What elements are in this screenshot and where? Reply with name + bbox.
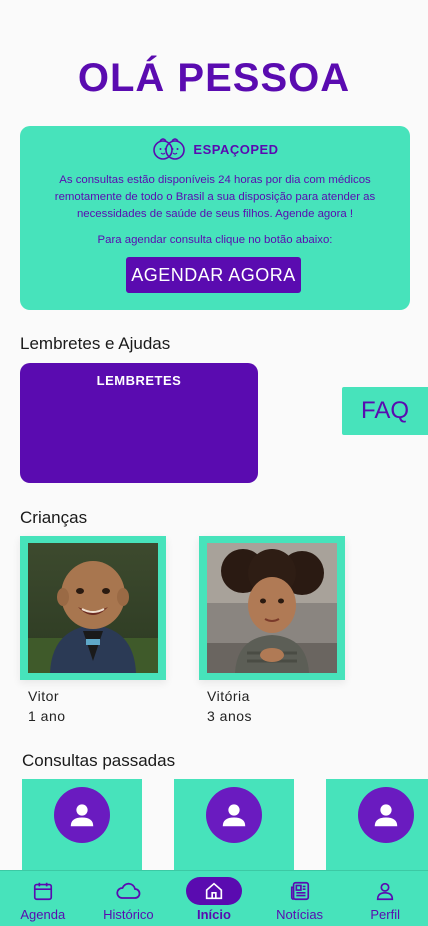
child-name: Vitória bbox=[207, 688, 250, 704]
calendar-icon bbox=[15, 877, 71, 905]
reminders-section-title: Lembretes e Ajudas bbox=[20, 334, 171, 353]
child-photo-frame bbox=[199, 536, 345, 680]
cloud-icon bbox=[100, 877, 156, 905]
nav-label: Início bbox=[197, 907, 231, 922]
faq-button[interactable]: FAQ bbox=[342, 387, 428, 435]
person-icon bbox=[70, 804, 94, 827]
child-card-vitor[interactable]: Vitor 1 ano bbox=[20, 536, 166, 724]
home-icon bbox=[185, 877, 242, 905]
bottom-navigation: Agenda Histórico Início Notícias Perfil bbox=[0, 870, 428, 926]
past-consultations-title: Consultas passadas bbox=[22, 751, 176, 770]
nav-label: Notícias bbox=[276, 907, 324, 922]
nav-item-noticias[interactable]: Notícias bbox=[257, 871, 343, 926]
child-photo-frame bbox=[20, 536, 166, 680]
doctor-avatar bbox=[358, 787, 414, 843]
girl-photo bbox=[207, 543, 337, 673]
nav-label: Histórico bbox=[103, 907, 154, 922]
child-photo bbox=[207, 543, 337, 673]
promo-card: ESPAÇOPED As consultas estão disponíveis… bbox=[20, 126, 410, 310]
child-card-vitoria[interactable]: Vitória 3 anos bbox=[199, 536, 345, 724]
person-icon bbox=[374, 804, 398, 827]
child-photo bbox=[28, 543, 158, 673]
person-icon bbox=[357, 877, 413, 905]
child-age: 1 ano bbox=[28, 708, 66, 724]
baby-faces-icon bbox=[153, 138, 186, 160]
children-section-title: Crianças bbox=[20, 508, 88, 527]
nav-item-historico[interactable]: Histórico bbox=[86, 871, 172, 926]
child-name: Vitor bbox=[28, 688, 60, 704]
nav-item-inicio[interactable]: Início bbox=[171, 871, 257, 926]
past-consultation-card[interactable] bbox=[326, 779, 428, 879]
nav-item-perfil[interactable]: Perfil bbox=[342, 871, 428, 926]
nav-label: Perfil bbox=[370, 907, 400, 922]
news-icon bbox=[272, 877, 328, 905]
reminders-card[interactable]: LEMBRETES bbox=[20, 363, 258, 483]
nav-item-agenda[interactable]: Agenda bbox=[0, 871, 86, 926]
past-consultation-card[interactable] bbox=[22, 779, 142, 879]
doctor-avatar bbox=[206, 787, 262, 843]
baby-boy-photo bbox=[28, 543, 158, 673]
past-consultation-card[interactable] bbox=[174, 779, 294, 879]
schedule-now-button[interactable]: AGENDAR AGORA bbox=[126, 257, 301, 293]
greeting-title: OLÁ PESSOA bbox=[77, 56, 351, 100]
reminders-card-label: LEMBRETES bbox=[96, 373, 182, 388]
brand-name: ESPAÇOPED bbox=[193, 141, 279, 157]
child-age: 3 anos bbox=[207, 708, 253, 724]
doctor-avatar bbox=[54, 787, 110, 843]
brand-logo: ESPAÇOPED bbox=[20, 136, 410, 162]
promo-description: As consultas estão disponíveis 24 horas … bbox=[54, 174, 376, 220]
nav-label: Agenda bbox=[20, 907, 66, 922]
person-icon bbox=[222, 804, 246, 827]
promo-hint: Para agendar consulta clique no botão ab… bbox=[97, 234, 333, 246]
